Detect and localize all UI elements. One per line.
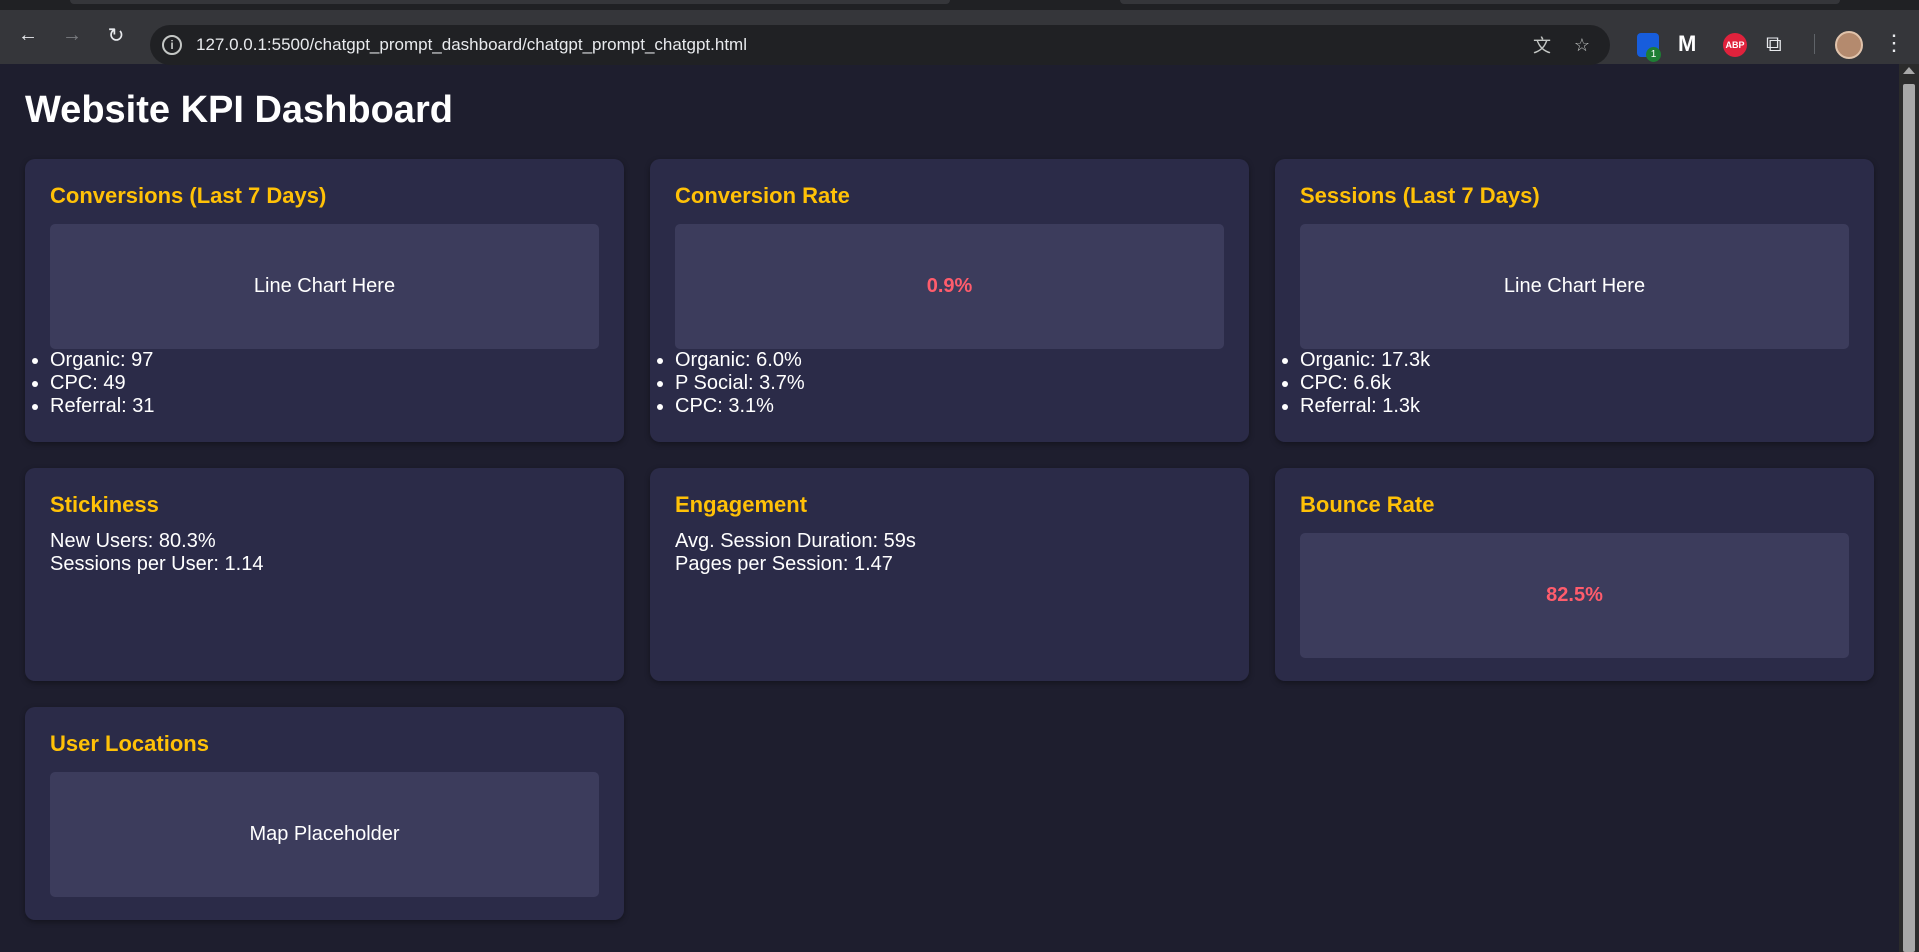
placeholder-label: Map Placeholder bbox=[249, 823, 400, 845]
card-user-locations: User Locations Map Placeholder bbox=[25, 707, 624, 920]
conversion-rate-value: 0.9% bbox=[926, 275, 973, 297]
extensions-puzzle-icon[interactable]: ⧉ bbox=[1766, 31, 1782, 57]
card-sessions: Sessions (Last 7 Days) Line Chart Here O… bbox=[1275, 159, 1874, 442]
reload-icon[interactable]: ↻ bbox=[100, 19, 132, 51]
engagement-stats: Avg. Session Duration: 59s Pages per Ses… bbox=[675, 530, 916, 576]
line-chart-placeholder: Line Chart Here bbox=[1300, 224, 1849, 349]
list-item: CPC: 3.1% bbox=[675, 395, 805, 418]
back-arrow-icon[interactable]: ← bbox=[12, 19, 44, 51]
card-title: Stickiness bbox=[50, 492, 159, 517]
adblock-plus-extension-icon[interactable]: ABP bbox=[1723, 33, 1747, 57]
toolbar-divider bbox=[1814, 34, 1815, 54]
metric-box: 82.5% bbox=[1300, 533, 1849, 658]
list-item: Organic: 17.3k bbox=[1300, 349, 1430, 372]
malwarebytes-extension-icon[interactable]: M bbox=[1678, 31, 1696, 57]
list-item: Organic: 97 bbox=[50, 349, 155, 372]
list-item: CPC: 6.6k bbox=[1300, 372, 1430, 395]
browser-menu-icon[interactable]: ⋮ bbox=[1883, 30, 1905, 56]
address-bar[interactable]: i 127.0.0.1:5500/chatgpt_prompt_dashboar… bbox=[150, 25, 1610, 65]
bounce-rate-value: 82.5% bbox=[1546, 584, 1603, 606]
stat-line: New Users: 80.3% bbox=[50, 530, 216, 552]
sessions-breakdown-list: Organic: 17.3k CPC: 6.6k Referral: 1.3k bbox=[1300, 349, 1430, 418]
card-title: Bounce Rate bbox=[1300, 492, 1435, 517]
scroll-up-arrow-icon[interactable] bbox=[1903, 67, 1915, 74]
list-item: Referral: 31 bbox=[50, 395, 155, 418]
conversion-rate-breakdown-list: Organic: 6.0% P Social: 3.7% CPC: 3.1% bbox=[675, 349, 805, 418]
card-title: User Locations bbox=[50, 731, 209, 756]
list-item: Referral: 1.3k bbox=[1300, 395, 1430, 418]
forward-arrow-icon[interactable]: → bbox=[56, 19, 88, 51]
dashboard-page: Website KPI Dashboard Conversions (Last … bbox=[0, 64, 1899, 952]
stickiness-stats: New Users: 80.3% Sessions per User: 1.14 bbox=[50, 530, 263, 576]
placeholder-label: Line Chart Here bbox=[253, 275, 396, 297]
profile-avatar[interactable] bbox=[1835, 31, 1863, 59]
card-title: Sessions (Last 7 Days) bbox=[1300, 183, 1540, 208]
conversions-breakdown-list: Organic: 97 CPC: 49 Referral: 31 bbox=[50, 349, 155, 418]
placeholder-label: Line Chart Here bbox=[1503, 275, 1646, 297]
browser-tab[interactable] bbox=[70, 0, 950, 4]
metric-box: 0.9% bbox=[675, 224, 1224, 349]
site-info-icon[interactable]: i bbox=[162, 35, 182, 55]
card-title: Conversions (Last 7 Days) bbox=[50, 183, 327, 208]
bookmark-star-icon[interactable]: ☆ bbox=[1570, 33, 1594, 57]
browser-chrome: ← → ↻ i 127.0.0.1:5500/chatgpt_prompt_da… bbox=[0, 0, 1919, 65]
card-title: Conversion Rate bbox=[675, 183, 850, 208]
browser-tab[interactable] bbox=[1120, 0, 1840, 4]
list-item: CPC: 49 bbox=[50, 372, 155, 395]
map-placeholder: Map Placeholder bbox=[50, 772, 599, 897]
address-bar-url[interactable]: 127.0.0.1:5500/chatgpt_prompt_dashboard/… bbox=[196, 35, 747, 55]
stat-line: Pages per Session: 1.47 bbox=[675, 553, 893, 575]
page-title: Website KPI Dashboard bbox=[25, 89, 453, 131]
card-bounce-rate: Bounce Rate 82.5% bbox=[1275, 468, 1874, 681]
stat-line: Avg. Session Duration: 59s bbox=[675, 530, 916, 552]
extension-badge: 1 bbox=[1646, 47, 1661, 62]
stat-line: Sessions per User: 1.14 bbox=[50, 553, 264, 575]
list-item: P Social: 3.7% bbox=[675, 372, 805, 395]
card-title: Engagement bbox=[675, 492, 808, 517]
card-engagement: Engagement Avg. Session Duration: 59s Pa… bbox=[650, 468, 1249, 681]
translate-icon[interactable]: 文 bbox=[1530, 33, 1554, 57]
card-conversion-rate: Conversion Rate 0.9% Organic: 6.0% P Soc… bbox=[650, 159, 1249, 442]
card-conversions: Conversions (Last 7 Days) Line Chart Her… bbox=[25, 159, 624, 442]
line-chart-placeholder: Line Chart Here bbox=[50, 224, 599, 349]
browser-toolbar: ← → ↻ i 127.0.0.1:5500/chatgpt_prompt_da… bbox=[0, 10, 1919, 65]
scrollbar-thumb[interactable] bbox=[1903, 84, 1915, 952]
card-stickiness: Stickiness New Users: 80.3% Sessions per… bbox=[25, 468, 624, 681]
list-item: Organic: 6.0% bbox=[675, 349, 805, 372]
